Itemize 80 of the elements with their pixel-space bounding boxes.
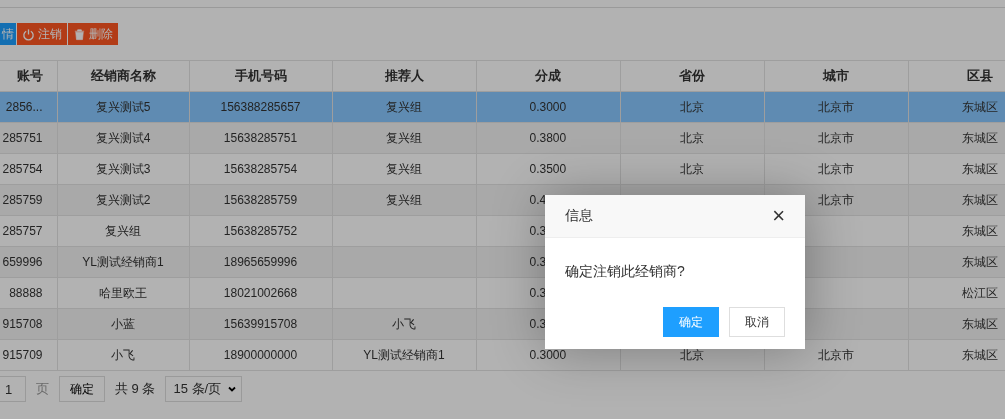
- referrer-cell: 复兴组: [386, 99, 422, 114]
- district-cell: 东城区: [962, 99, 998, 114]
- dialog-title: 信息: [565, 207, 593, 225]
- column-header: 手机号码: [189, 60, 332, 92]
- phone-cell: 15638285751: [223, 131, 298, 145]
- province-cell: 北京: [680, 130, 704, 145]
- page-label: 页: [36, 380, 49, 398]
- share-cell: 0.3: [529, 224, 547, 238]
- city-cell: 北京市: [818, 99, 854, 114]
- name-cell: 复兴测试5: [95, 99, 151, 114]
- share-cell: 0.3: [529, 286, 547, 300]
- account-cell: 915708: [2, 317, 43, 331]
- cancel-button[interactable]: 取消: [729, 307, 785, 337]
- district-cell: 东城区: [962, 223, 998, 238]
- column-header: 账号: [0, 60, 57, 92]
- phone-cell: 156388285657: [220, 100, 301, 114]
- share-cell: 0.3800: [529, 131, 567, 145]
- province-cell: 北京: [680, 99, 704, 114]
- referrer-cell: 小飞: [392, 316, 416, 331]
- column-header: 省份: [620, 60, 764, 92]
- name-cell: 小蓝: [111, 316, 135, 331]
- district-cell: 松江区: [962, 285, 998, 300]
- share-cell: 0.3000: [529, 348, 567, 362]
- phone-cell: 18965659996: [223, 255, 298, 269]
- district-cell: 东城区: [962, 130, 998, 145]
- name-cell: 复兴测试3: [95, 161, 151, 176]
- referrer-cell: 复兴组: [386, 192, 422, 207]
- province-cell: 北京: [680, 161, 704, 176]
- city-cell: 北京市: [818, 161, 854, 176]
- phone-cell: 15638285754: [223, 162, 298, 176]
- account-cell: 285754: [2, 162, 43, 176]
- account-cell: 2856...: [5, 100, 43, 114]
- phone-cell: 18900000000: [223, 348, 298, 362]
- phone-cell: 15638285759: [223, 193, 298, 207]
- share-cell: 0.3: [529, 317, 547, 331]
- district-cell: 东城区: [962, 316, 998, 331]
- account-cell: 285759: [2, 193, 43, 207]
- page-input[interactable]: 1: [0, 376, 26, 402]
- city-cell: 北京市: [818, 347, 854, 362]
- name-cell: 复兴组: [105, 223, 141, 238]
- column-header: 经销商名称: [57, 60, 189, 92]
- referrer-cell: 复兴组: [386, 130, 422, 145]
- column-header: 推荐人: [332, 60, 476, 92]
- name-cell: 复兴测试2: [95, 192, 151, 207]
- column-header: 城市: [764, 60, 908, 92]
- column-header: 区县: [908, 60, 1005, 92]
- name-cell: 小飞: [111, 347, 135, 362]
- district-cell: 东城区: [962, 254, 998, 269]
- phone-cell: 15638285752: [223, 224, 298, 238]
- close-button[interactable]: ×: [772, 205, 785, 227]
- power-icon: [22, 27, 35, 41]
- column-header: 分成: [476, 60, 620, 92]
- phone-cell: 15639915708: [223, 317, 298, 331]
- name-cell: 哈里欧王: [99, 285, 147, 300]
- district-cell: 东城区: [962, 161, 998, 176]
- share-cell: 0.3500: [529, 162, 567, 176]
- dialog-message: 确定注销此经销商?: [564, 262, 686, 281]
- page-size-select[interactable]: 15 条/页: [165, 376, 243, 402]
- trash-icon: [73, 27, 86, 41]
- phone-cell: 18021002668: [223, 286, 298, 300]
- total-count: 共 9 条: [115, 380, 156, 398]
- account-cell: 285757: [2, 224, 43, 238]
- share-cell: 0.4: [529, 193, 547, 207]
- go-button[interactable]: 确定: [59, 376, 105, 402]
- city-cell: 北京市: [818, 192, 854, 207]
- referrer-cell: YL测试经销商1: [363, 347, 445, 362]
- account-cell: 285751: [2, 131, 43, 145]
- district-cell: 东城区: [962, 192, 998, 207]
- share-cell: 0.3: [529, 255, 547, 269]
- city-cell: 北京市: [818, 130, 854, 145]
- name-cell: 复兴测试4: [95, 130, 151, 145]
- district-cell: 东城区: [962, 347, 998, 362]
- account-cell: 915709: [2, 348, 43, 362]
- province-cell: 北京: [680, 347, 704, 362]
- chevron-icon: [227, 384, 238, 394]
- account-cell: 659996: [2, 255, 43, 269]
- share-cell: 0.3000: [529, 100, 567, 114]
- name-cell: YL测试经销商1: [82, 254, 164, 269]
- account-cell: 88888: [9, 286, 43, 300]
- referrer-cell: 复兴组: [386, 161, 422, 176]
